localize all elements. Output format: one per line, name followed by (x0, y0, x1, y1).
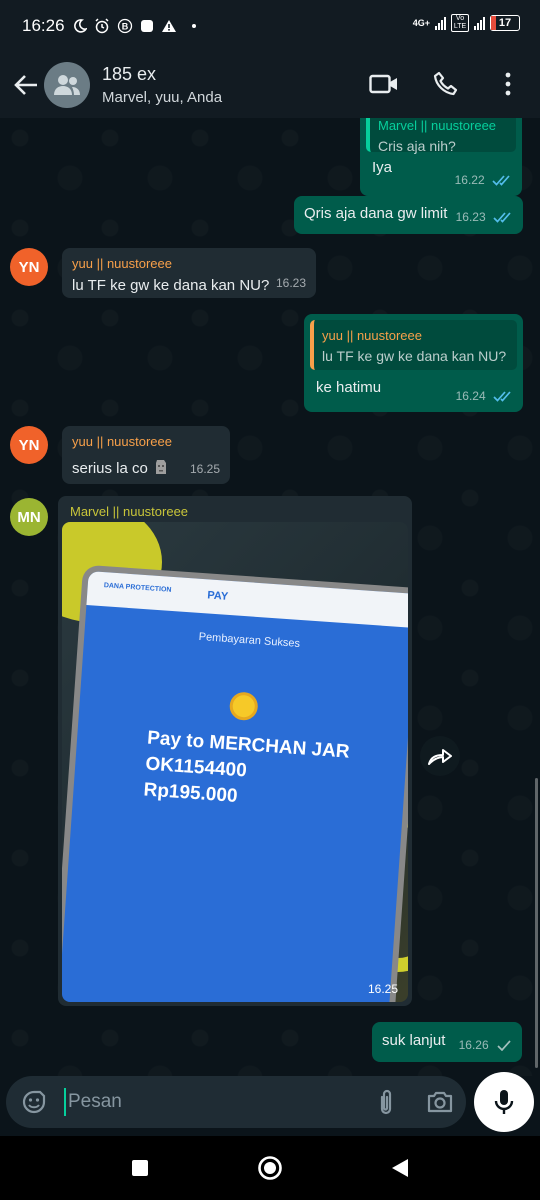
composer-box (6, 1076, 466, 1128)
message-time: 16.24 (456, 386, 513, 406)
message-sender[interactable]: yuu || nuustoreee (72, 254, 306, 274)
sent-tick-icon (497, 1040, 511, 1052)
more-options-icon (505, 72, 511, 96)
nav-back-button[interactable] (378, 1146, 422, 1190)
message-time: 16.25 (189, 462, 220, 476)
group-avatar-icon (54, 75, 80, 95)
back-button[interactable] (8, 65, 44, 105)
message-sender[interactable]: yuu || nuustoreee (72, 432, 220, 452)
message-outgoing[interactable]: yuu || nuustoreee lu TF ke gw ke dana ka… (304, 314, 523, 412)
message-incoming[interactable]: yuu || nuustoreee serius la co 16.25 (62, 426, 230, 484)
photo-brand-text: DANA PROTECTION (103, 582, 172, 594)
chat-participants: Marvel, yuu, Anda (102, 89, 223, 106)
attach-button[interactable] (366, 1082, 406, 1122)
quoted-text: lu TF ke gw ke dana kan NU? (322, 348, 507, 364)
message-text: lu TF ke gw ke dana kan NU? (72, 277, 270, 294)
system-nav-bar (0, 1136, 540, 1200)
volte-badge: Vo LTE (451, 14, 469, 32)
message-input[interactable] (64, 1088, 304, 1116)
composer (0, 1072, 540, 1136)
home-button[interactable] (248, 1146, 292, 1190)
moai-emoji-icon (156, 460, 167, 474)
message-time: 16.25 (367, 982, 398, 996)
message-photo[interactable]: DANA PROTECTION PAY Pembayaran Sukses Pa… (62, 522, 408, 1002)
avatar-mn[interactable]: MN (10, 498, 48, 536)
warning-icon (161, 20, 176, 32)
sticker-button[interactable] (14, 1082, 54, 1122)
battery-icon: 17 (490, 15, 520, 31)
battery-level (491, 16, 496, 30)
scrollbar[interactable] (535, 778, 538, 1068)
more-options-button[interactable] (488, 62, 528, 106)
svg-text:B: B (121, 22, 128, 32)
quoted-sender: yuu || nuustoreee (322, 328, 422, 343)
read-ticks-icon (493, 391, 511, 403)
photo-heading: Pembayaran Sukses (198, 630, 301, 650)
voice-call-button[interactable] (426, 62, 466, 106)
dot-icon (191, 24, 196, 28)
quoted-text: Cris aja nih? (378, 138, 456, 154)
avatar-yn[interactable]: YN (10, 426, 48, 464)
photo-phone-screen: DANA PROTECTION PAY Pembayaran Sukses Pa… (62, 571, 408, 1002)
read-ticks-icon (493, 212, 511, 224)
status-right-icons: 4G+ Vo LTE 17 (413, 14, 520, 32)
message-incoming[interactable]: yuu || nuustoreee lu TF ke gw ke dana ka… (62, 248, 316, 298)
photo-coin-icon (228, 691, 259, 722)
nav-back-icon (392, 1159, 408, 1177)
message-time: 16.23 (456, 207, 513, 227)
square-notif-icon (140, 20, 153, 32)
message-time: 16.23 (275, 276, 306, 290)
signal-icon-2 (474, 16, 485, 30)
status-time: 16:26 (22, 16, 65, 35)
network-type: 4G+ (412, 18, 430, 28)
quoted-message[interactable]: yuu || nuustoreee lu TF ke gw ke dana ka… (310, 320, 517, 370)
chat-title: 185 ex (102, 64, 157, 84)
nav-square-icon (132, 1160, 148, 1176)
sticker-icon (22, 1090, 46, 1114)
group-avatar[interactable] (44, 62, 90, 108)
camera-button[interactable] (420, 1082, 460, 1122)
b-icon: B (117, 18, 132, 34)
message-time: 16.22 (455, 170, 512, 190)
avatar-yn[interactable]: YN (10, 248, 48, 286)
quoted-message[interactable]: Marvel || nuustoreee Cris aja nih? (366, 118, 516, 154)
chat-messages[interactable]: Marvel || nuustoreee Cris aja nih? Iya 1… (0, 118, 540, 1076)
header-actions (364, 62, 528, 106)
video-call-icon (369, 74, 397, 94)
photo-app-text: PAY (206, 589, 229, 603)
camera-icon (427, 1091, 453, 1113)
phone-call-icon (433, 71, 458, 96)
status-notification-icons: B (73, 18, 196, 34)
quoted-sender: Marvel || nuustoreee (378, 118, 497, 133)
photo-payment-details: Pay to MERCHAN JAR OK1154400 Rp195.000 (143, 726, 351, 818)
nav-circle-icon (258, 1156, 282, 1180)
moon-icon (73, 19, 87, 33)
chat-header: 185 ex Marvel, yuu, Anda (0, 52, 540, 118)
message-sender[interactable]: Marvel || nuustoreee (62, 500, 408, 522)
message-time: 16.26 (459, 1035, 512, 1055)
message-outgoing[interactable]: Qris aja dana gw limit 16.23 (294, 196, 523, 234)
message-outgoing[interactable]: suk lanjut 16.26 (372, 1022, 522, 1062)
battery-percent: 17 (498, 17, 512, 29)
chat-info[interactable]: 185 ex Marvel, yuu, Anda (102, 64, 222, 106)
signal-icon (435, 16, 446, 30)
back-arrow-icon (14, 75, 37, 95)
video-call-button[interactable] (364, 62, 404, 106)
forward-icon (428, 749, 452, 765)
voice-message-button[interactable] (474, 1072, 534, 1132)
status-bar: 16:26 B 4G+ Vo LTE 17 (0, 0, 540, 52)
message-text: serius la co (72, 460, 148, 477)
attach-icon (380, 1089, 392, 1115)
message-outgoing[interactable]: Marvel || nuustoreee Cris aja nih? Iya 1… (360, 118, 522, 196)
recents-button[interactable] (118, 1146, 162, 1190)
forward-button[interactable] (420, 736, 460, 776)
mic-icon (494, 1090, 514, 1114)
alarm-icon (95, 18, 109, 34)
read-ticks-icon (492, 175, 510, 187)
